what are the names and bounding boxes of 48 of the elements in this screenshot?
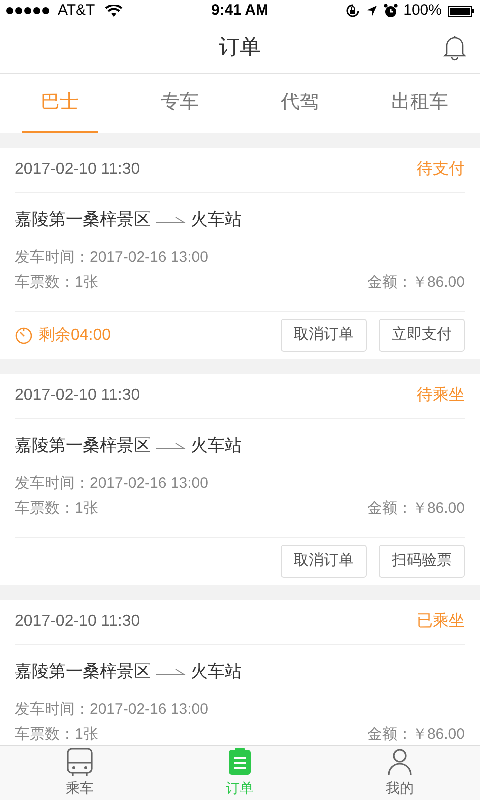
carrier-name: AT&T (58, 0, 96, 21)
order-status: 待乘坐 (417, 386, 465, 406)
order-status: 已乘坐 (417, 612, 465, 632)
ticket-count: 车票数：1张 (15, 272, 98, 293)
category-tab[interactable]: 出租车 (360, 74, 480, 133)
page-title: 订单 (219, 34, 261, 61)
category-tab[interactable]: 代驾 (240, 74, 360, 133)
ticket-count: 车票数：1张 (15, 498, 98, 519)
origin-station: 嘉陵第一桑梓景区 (15, 209, 151, 232)
payment-countdown: 剩余04:00 (39, 326, 112, 346)
destination-station: 火车站 (191, 661, 242, 684)
bottom-nav-tab[interactable]: 我的 (320, 746, 480, 800)
location-arrow-icon (366, 5, 378, 17)
order-status: 待支付 (417, 160, 465, 180)
order-action-button[interactable]: 立即支付 (379, 319, 465, 352)
alarm-icon (384, 4, 398, 18)
order-action-button[interactable]: 扫码验票 (379, 545, 465, 578)
bus-icon (66, 748, 94, 776)
order-time: 2017-02-10 11:30 (15, 160, 140, 180)
person-icon (387, 748, 413, 776)
departure-time: 发车时间：2017-02-16 13:00 (15, 474, 210, 494)
clipboard-icon (228, 748, 252, 776)
destination-station: 火车站 (191, 209, 242, 232)
order-card[interactable]: 2017-02-10 11:30 已乘坐 嘉陵第一桑梓景区 火车站 发车时间：2017-02-16 13:00 车票数：1张 金额：￥86.00 (0, 600, 480, 745)
category-tab[interactable]: 专车 (120, 74, 240, 133)
order-time: 2017-02-10 11:30 (15, 612, 140, 632)
order-card[interactable]: 2017-02-10 11:30 待乘坐 嘉陵第一桑梓景区 火车站 发车时间：2017-02-16 13:00 车票数：1张 金额：￥86.00 取消订单 扫码验票 (0, 374, 480, 585)
timer-icon (15, 326, 33, 344)
rotation-lock-icon (346, 4, 360, 18)
order-amount: 金额：￥86.00 (367, 724, 465, 745)
order-action-button[interactable]: 取消订单 (281, 319, 367, 352)
order-amount: 金额：￥86.00 (367, 498, 465, 519)
origin-station: 嘉陵第一桑梓景区 (15, 661, 151, 684)
origin-station: 嘉陵第一桑梓景区 (15, 435, 151, 458)
battery-percent: 100% (404, 0, 442, 21)
ticket-count: 车票数：1张 (15, 724, 98, 745)
departure-time: 发车时间：2017-02-16 13:00 (15, 700, 210, 720)
order-card[interactable]: 2017-02-10 11:30 待支付 嘉陵第一桑梓景区 火车站 发车时间：2017-02-16 13:00 车票数：1张 金额：￥86.00 剩余04:00 取消订单 立即支付 (0, 148, 480, 359)
battery-icon (448, 6, 474, 16)
departure-time: 发车时间：2017-02-16 13:00 (15, 248, 210, 268)
order-action-button[interactable]: 取消订单 (281, 545, 367, 578)
notification-bell-icon[interactable] (443, 34, 467, 62)
bottom-nav-tab[interactable]: 乘车 (0, 746, 160, 800)
clock: 9:41 AM (210, 0, 270, 21)
order-amount: 金额：￥86.00 (367, 272, 465, 293)
destination-station: 火车站 (191, 435, 242, 458)
wifi-icon (105, 4, 124, 18)
order-time: 2017-02-10 11:30 (15, 386, 140, 406)
